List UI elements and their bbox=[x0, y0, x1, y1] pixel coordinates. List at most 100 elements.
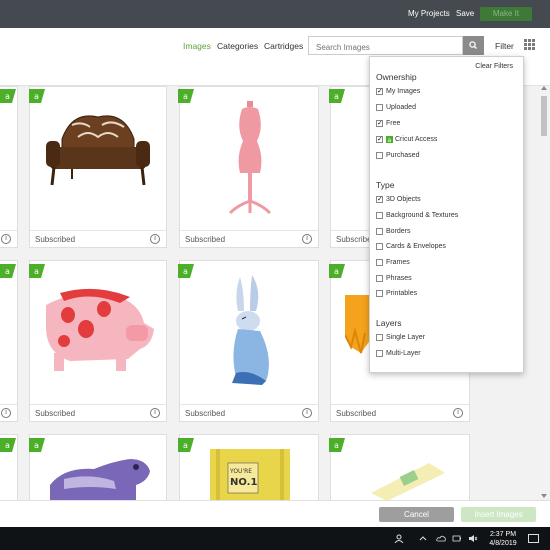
scroll-up-icon[interactable] bbox=[541, 86, 547, 90]
svg-text:a: a bbox=[34, 441, 39, 450]
info-icon[interactable]: i bbox=[150, 408, 160, 418]
cricut-access-badge-icon: a bbox=[178, 264, 194, 278]
app-top-bar: My Projects Save Make It bbox=[0, 0, 550, 28]
tab-cartridges[interactable]: Cartridges bbox=[264, 41, 303, 51]
tab-images[interactable]: Images bbox=[183, 41, 211, 51]
notifications-icon[interactable] bbox=[528, 534, 539, 543]
image-card-partial[interactable]: i bbox=[0, 260, 18, 422]
type-heading: Type bbox=[376, 180, 395, 190]
person-icon[interactable] bbox=[394, 534, 404, 543]
info-icon[interactable]: i bbox=[150, 234, 160, 244]
make-it-button[interactable]: Make It bbox=[480, 7, 532, 21]
cricut-access-badge-icon: a bbox=[329, 89, 345, 103]
scroll-down-icon[interactable] bbox=[541, 494, 547, 498]
checkbox[interactable] bbox=[376, 152, 383, 159]
image-card-nova-box[interactable]: YOU'RE NO.1 bbox=[179, 434, 319, 504]
subscribed-label: Subscribed bbox=[185, 409, 226, 418]
dress-form-image bbox=[228, 101, 272, 215]
svg-text:a: a bbox=[183, 92, 188, 101]
info-icon[interactable]: i bbox=[453, 408, 463, 418]
cricut-access-badge-icon: a bbox=[29, 438, 45, 452]
rabbit-image bbox=[232, 275, 269, 385]
chevron-up-icon[interactable] bbox=[418, 534, 428, 543]
svg-text:a: a bbox=[5, 92, 10, 101]
checkbox-checked[interactable]: ✓ bbox=[376, 120, 383, 127]
cricut-access-badge-icon: a bbox=[29, 264, 45, 278]
clear-filters-link[interactable]: Clear Filters bbox=[475, 63, 513, 70]
cancel-button[interactable]: Cancel bbox=[379, 507, 454, 522]
svg-text:a: a bbox=[34, 267, 39, 276]
svg-text:YOU'RE: YOU'RE bbox=[229, 468, 252, 475]
image-card-pig[interactable]: Subscribed i bbox=[29, 260, 167, 422]
battery-icon[interactable] bbox=[452, 534, 462, 543]
info-icon[interactable]: i bbox=[302, 408, 312, 418]
image-card-tag[interactable] bbox=[330, 434, 470, 504]
cricut-access-badge-icon: a bbox=[329, 438, 345, 452]
cricut-access-icon: a bbox=[386, 136, 393, 143]
svg-text:a: a bbox=[5, 267, 10, 276]
svg-text:a: a bbox=[388, 137, 392, 143]
image-card-dress-form[interactable]: Subscribed i bbox=[179, 86, 319, 248]
filter-toggle[interactable]: Filter bbox=[495, 41, 514, 51]
checkbox[interactable] bbox=[376, 228, 383, 235]
action-bar: Cancel Insert Images bbox=[0, 500, 550, 527]
cricut-access-badge-icon: a bbox=[0, 438, 16, 452]
search-button[interactable] bbox=[463, 36, 484, 55]
cricut-access-badge-icon: a bbox=[0, 264, 16, 278]
checkbox-checked[interactable]: ✓ bbox=[376, 136, 383, 143]
checkbox[interactable] bbox=[376, 350, 383, 357]
ownership-heading: Ownership bbox=[376, 72, 417, 82]
checkbox[interactable] bbox=[376, 104, 383, 111]
layers-heading: Layers bbox=[376, 318, 402, 328]
filter-panel: Clear Filters Ownership ✓ My Images Uploa… bbox=[369, 56, 524, 373]
orange-object-image bbox=[345, 295, 371, 354]
search-box bbox=[308, 36, 463, 56]
checkbox[interactable] bbox=[376, 275, 383, 282]
image-card-hippo[interactable] bbox=[29, 434, 167, 504]
search-icon bbox=[469, 41, 477, 49]
cricut-access-badge-icon: a bbox=[178, 89, 194, 103]
tab-categories[interactable]: Categories bbox=[217, 41, 258, 51]
checkbox[interactable] bbox=[376, 259, 383, 266]
image-card-couch[interactable]: Subscribed i bbox=[29, 86, 167, 248]
cricut-access-badge-icon: a bbox=[0, 89, 16, 103]
cricut-access-badge-icon: a bbox=[329, 264, 345, 278]
svg-text:a: a bbox=[183, 267, 188, 276]
my-projects-link[interactable]: My Projects bbox=[408, 9, 450, 18]
cricut-access-badge-icon: a bbox=[178, 438, 194, 452]
info-icon[interactable]: i bbox=[1, 408, 11, 418]
hippo-image bbox=[50, 459, 150, 501]
system-clock[interactable]: 2:37 PM 4/8/2019 bbox=[486, 530, 520, 548]
image-card-partial[interactable]: i bbox=[0, 86, 18, 248]
save-link[interactable]: Save bbox=[456, 9, 474, 18]
nova-box-image: YOU'RE NO.1 bbox=[210, 449, 290, 503]
checkbox[interactable] bbox=[376, 290, 383, 297]
checkbox-checked[interactable]: ✓ bbox=[376, 88, 383, 95]
tag-image bbox=[371, 463, 445, 501]
couch-image bbox=[46, 115, 150, 186]
svg-text:a: a bbox=[34, 92, 39, 101]
info-icon[interactable]: i bbox=[302, 234, 312, 244]
insert-images-button[interactable]: Insert Images bbox=[461, 507, 536, 522]
cricut-access-badge-icon: a bbox=[29, 89, 45, 103]
checkbox[interactable] bbox=[376, 212, 383, 219]
volume-muted-icon[interactable] bbox=[468, 534, 478, 543]
checkbox[interactable] bbox=[376, 243, 383, 250]
search-input[interactable] bbox=[309, 39, 459, 56]
onedrive-cloud-icon[interactable] bbox=[436, 534, 446, 543]
checkbox-checked[interactable]: ✓ bbox=[376, 196, 383, 203]
pig-image bbox=[46, 288, 154, 371]
svg-text:a: a bbox=[334, 441, 339, 450]
clock-time: 2:37 PM bbox=[489, 531, 517, 538]
svg-text:a: a bbox=[334, 267, 339, 276]
subscribed-label: Subscribed bbox=[336, 409, 377, 418]
scroll-thumb[interactable] bbox=[541, 96, 547, 136]
subscribed-label: Subscribed bbox=[185, 235, 226, 244]
checkbox[interactable] bbox=[376, 334, 383, 341]
image-card-rabbit[interactable]: Subscribed i bbox=[179, 260, 319, 422]
grid-scrollbar[interactable] bbox=[538, 86, 550, 500]
clock-date: 4/8/2019 bbox=[489, 540, 517, 547]
info-icon[interactable]: i bbox=[1, 234, 11, 244]
svg-text:a: a bbox=[334, 92, 339, 101]
grid-view-icon[interactable] bbox=[524, 39, 536, 51]
